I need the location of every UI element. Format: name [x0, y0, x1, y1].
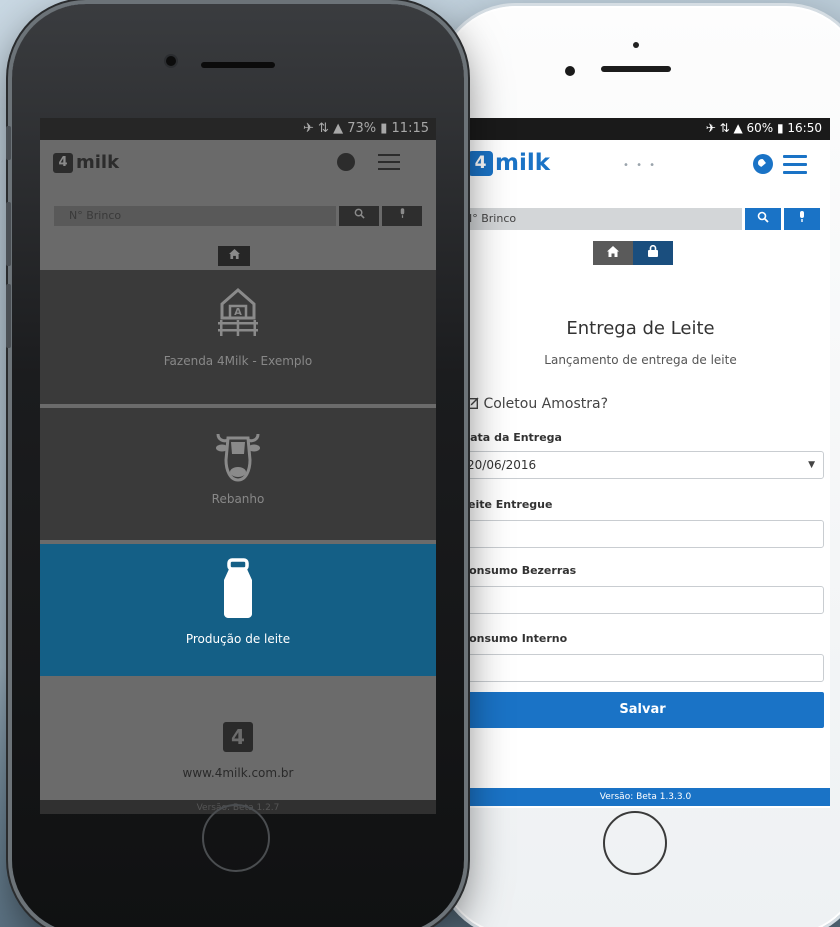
search-bar: N° Brinco: [54, 206, 422, 226]
delivered-label: Leite Entregue: [461, 498, 553, 511]
black-phone: ✈ ⇅ ▲ 73% ▮ 11:15 4 milk N° Brinco A Faz…: [6, 4, 464, 927]
milk-production-tile-label: Produção de leite: [185, 632, 291, 646]
save-button[interactable]: Salvar: [461, 692, 824, 728]
date-select[interactable]: 20/06/2016 ▼: [461, 451, 824, 479]
left-phone-screen: ✈ ⇅ ▲ 73% ▮ 11:15 4 milk N° Brinco A Faz…: [40, 118, 436, 814]
sample-checkbox-label: Coletou Amostra?: [483, 396, 609, 412]
calves-consumption-label: Consumo Bezerras: [461, 564, 577, 577]
status-bar: ✈ ⇅ ▲ 73% ▮ 11:15: [40, 118, 436, 140]
search-bar: N° Brinco: [461, 208, 820, 230]
internal-consumption-input[interactable]: [461, 654, 824, 682]
search-button[interactable]: [339, 206, 379, 226]
herd-tile[interactable]: Rebanho: [40, 408, 436, 540]
earpiece-speaker: [201, 62, 275, 68]
edit-checkbox-icon: [466, 397, 479, 410]
caret-down-icon: ▼: [808, 460, 815, 470]
cow-head-icon: [216, 433, 260, 482]
hamburger-menu-icon[interactable]: [378, 154, 400, 170]
logo-mark-icon: 4: [468, 150, 493, 176]
home-icon: [228, 249, 240, 259]
front-camera: [565, 66, 575, 76]
search-icon: [757, 211, 769, 223]
app-logo[interactable]: 4 milk: [53, 152, 119, 173]
calves-consumption-input[interactable]: [461, 586, 824, 614]
version-footer: Versão: Beta 1.3.3.0: [461, 788, 830, 806]
voice-search-button[interactable]: [382, 206, 422, 226]
microphone-icon: [400, 208, 404, 218]
microphone-icon: [800, 211, 804, 222]
date-label: Data da Entrega: [461, 431, 562, 444]
hamburger-menu-icon[interactable]: [783, 155, 807, 174]
app-logo[interactable]: 4 milk: [468, 150, 550, 176]
logo-mark-icon: 4: [53, 152, 73, 173]
lock-icon: [648, 244, 658, 257]
sample-checkbox[interactable]: Coletou Amostra?: [466, 396, 609, 412]
milk-production-tile[interactable]: Produção de leite: [40, 544, 436, 676]
page-subtitle: Lançamento de entrega de leite: [544, 353, 737, 367]
right-phone-screen: ✈ ⇅ ▲ 60% ▮ 16:50 4 milk • • • N° Brinco: [461, 118, 830, 808]
loading-dots: • • •: [623, 160, 658, 171]
logo-text: milk: [76, 152, 120, 173]
delivered-input[interactable]: [461, 520, 824, 548]
white-phone: ✈ ⇅ ▲ 60% ▮ 16:50 4 milk • • • N° Brinco: [438, 6, 840, 927]
search-icon: [354, 208, 365, 219]
phone-sensor: [633, 42, 639, 48]
voice-search-button[interactable]: [784, 208, 820, 230]
search-input[interactable]: N° Brinco: [461, 208, 742, 230]
globe-icon[interactable]: [337, 153, 355, 171]
home-button[interactable]: [603, 811, 667, 875]
volume-down-button: [6, 284, 11, 348]
lock-tab[interactable]: [633, 241, 673, 265]
internal-consumption-label: Consumo Interno: [461, 632, 568, 645]
search-input[interactable]: N° Brinco: [54, 206, 336, 226]
nav-tabs: [593, 241, 673, 265]
front-camera: [166, 56, 176, 66]
app-header: 4 milk • • •: [461, 140, 830, 180]
farm-barn-icon: A: [218, 288, 258, 336]
herd-tile-label: Rebanho: [211, 492, 265, 506]
app-header: 4 milk: [40, 140, 436, 180]
mute-switch: [6, 126, 11, 160]
globe-icon[interactable]: [753, 154, 773, 174]
farm-tile-label: Fazenda 4Milk - Exemplo: [163, 354, 313, 368]
website-tile[interactable]: 4 www.4milk.com.br: [40, 680, 436, 800]
logo-mark-icon: 4: [223, 722, 253, 752]
home-button[interactable]: [202, 804, 270, 872]
page-title: Entrega de Leite: [566, 318, 715, 339]
earpiece-speaker: [601, 66, 671, 72]
status-bar: ✈ ⇅ ▲ 60% ▮ 16:50: [461, 118, 830, 140]
volume-up-button: [6, 202, 11, 266]
date-value: 20/06/2016: [467, 458, 537, 472]
website-link[interactable]: www.4milk.com.br: [40, 766, 436, 780]
logo-text: milk: [495, 150, 551, 176]
home-tab[interactable]: [218, 246, 250, 266]
home-icon: [607, 246, 619, 257]
search-button[interactable]: [745, 208, 781, 230]
svg-text:A: A: [234, 307, 242, 318]
farm-tile[interactable]: A Fazenda 4Milk - Exemplo: [40, 270, 436, 404]
home-tab[interactable]: [593, 241, 633, 265]
milk-bottle-icon: [224, 558, 252, 618]
